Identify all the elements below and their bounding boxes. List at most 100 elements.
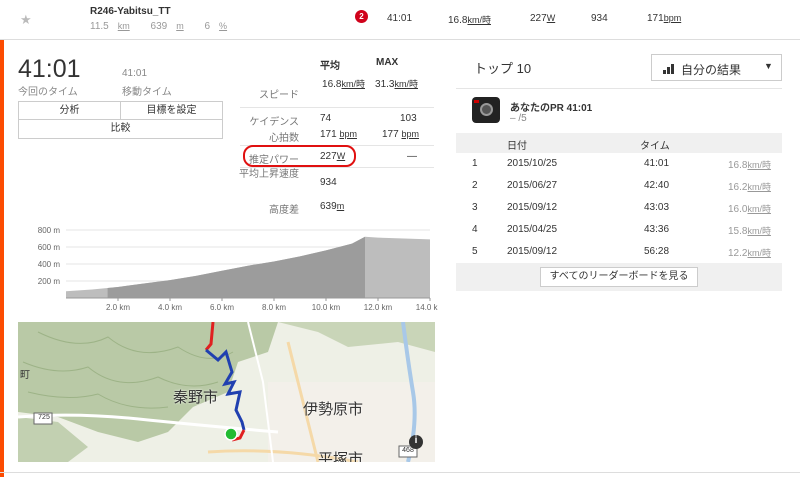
segment-header-row[interactable]: ★ R246-Yabitsu_TT 11.5 km 639 m 6% 2 41:01… (0, 0, 800, 40)
time: 43:03 (644, 202, 670, 213)
segment-name[interactable]: R246-Yabitsu_TT (90, 6, 171, 17)
time: 41:01 (644, 158, 670, 169)
stat-max-cadence: 103 (400, 113, 417, 124)
speed: 12.2 (728, 248, 748, 259)
speed-unit: km/時 (747, 204, 771, 214)
leaderboard-row[interactable]: 1 2015/10/25 41:01 16.8km/時 (456, 153, 782, 175)
moving-time: 41:01 (122, 68, 148, 79)
stat-max-heartrate: 177 (382, 129, 399, 140)
rank: 2 (472, 180, 478, 191)
x-tick-label: 4.0 km (158, 303, 182, 312)
stat-avg-cadence: 74 (320, 113, 332, 124)
page-divider (0, 472, 800, 473)
rank: 4 (472, 224, 478, 235)
header-speed: 16.8 (448, 15, 468, 26)
moving-time-label: 移動タイム (122, 87, 172, 98)
map-canvas[interactable] (18, 322, 435, 462)
segment-distance-unit: km (117, 21, 130, 31)
speed-unit: km/時 (747, 226, 771, 236)
pr-title: あなたのPR 41:01 (510, 103, 593, 114)
stat-label-elevation: 高度差 (269, 205, 299, 216)
speed-unit: km/時 (747, 160, 771, 170)
segment-grade-unit: % (219, 21, 228, 31)
header-hr: 171 (647, 13, 664, 24)
stat-avg-speed-unit: km/時 (341, 79, 366, 89)
col-date: 日付 (507, 141, 527, 152)
results-dropdown-label: 自分の結果 (681, 63, 742, 77)
x-tick-label: 8.0 km (262, 303, 286, 312)
stat-label-heartrate: 心拍数 (269, 133, 299, 144)
analyze-button[interactable]: 分析 (19, 102, 121, 119)
stats-col-max: MAX (376, 57, 399, 68)
accent-bar (0, 40, 4, 477)
view-all-leaderboards-button[interactable]: すべてのリーダーボードを見る (540, 267, 698, 287)
stats-col-avg: 平均 (320, 61, 340, 72)
elapsed-time: 41:01 (18, 55, 81, 83)
x-tick-label: 6.0 km (210, 303, 234, 312)
header-speed-unit: km/時 (467, 15, 491, 25)
pr-summary: あなたのPR 41:01 – /5 (456, 88, 782, 133)
stat-avg-heartrate-unit: bpm (339, 129, 357, 139)
start-marker-icon (224, 427, 238, 441)
leaderboard-header: 日付 タイム (456, 133, 782, 153)
map-label-city: 伊勢原市 (303, 401, 364, 418)
speed: 16.0 (728, 204, 748, 215)
stat-max-speed: 31.3 (375, 79, 395, 90)
route-map[interactable]: 秦野市 伊勢原市 平塚市 町 725 468 i (18, 322, 435, 462)
action-button-row: 分析 目標を設定 (18, 101, 223, 120)
leaderboard-row[interactable]: 3 2015/09/12 43:03 16.0km/時 (456, 197, 782, 219)
stat-avg-elevation: 639 (320, 201, 337, 212)
header-power-unit: W (546, 13, 556, 23)
rank: 5 (472, 246, 478, 257)
leaderboard-row[interactable]: 5 2015/09/12 56:28 12.2km/時 (456, 241, 782, 263)
leaderboard-row[interactable]: 4 2015/04/25 43:36 15.8km/時 (456, 219, 782, 241)
y-tick-label: 800 m (38, 226, 61, 235)
stat-label-vam: 平均上昇速度 (239, 169, 299, 180)
y-tick-label: 200 m (38, 277, 61, 286)
map-label-city: 秦野市 (173, 389, 219, 406)
route-shield-label: 725 (38, 414, 50, 421)
segment-elevation-unit: m (176, 21, 184, 31)
set-goal-button[interactable]: 目標を設定 (121, 102, 222, 119)
results-dropdown[interactable]: 自分の結果 ▼ (651, 54, 782, 81)
speed-unit: km/時 (747, 182, 771, 192)
map-label-edge: 町 (20, 370, 30, 381)
stat-max-speed-unit: km/時 (394, 79, 419, 89)
pr-subtitle: – /5 (510, 113, 527, 124)
leaderboard-row[interactable]: 2 2015/06/27 42:40 16.2km/時 (456, 175, 782, 197)
time: 42:40 (644, 180, 670, 191)
date: 2015/09/12 (507, 246, 558, 257)
route-shield-label: 468 (402, 447, 414, 454)
elevation-chart[interactable]: 800 m 600 m 400 m 200 m 2.0 km 4.0 km 6.0 km 8… (18, 222, 438, 317)
stats-divider (240, 107, 434, 108)
y-tick-label: 600 m (38, 243, 61, 252)
rank-badge: 2 (355, 10, 368, 23)
stat-max-power: — (407, 151, 417, 162)
date: 2015/06/27 (507, 180, 558, 191)
segment-elevation: 639 (150, 21, 168, 32)
stat-label-cadence: ケイデンス (249, 117, 299, 128)
speed-unit: km/時 (747, 248, 771, 258)
stat-avg-elevation-unit: m (336, 201, 345, 211)
elapsed-time-label: 今回のタイム (18, 87, 78, 98)
leaderboard-title: トップ 10 (474, 61, 532, 76)
stat-max-heartrate-unit: bpm (401, 129, 419, 139)
time: 56:28 (644, 246, 670, 257)
segment-distance: 11.5 (90, 21, 109, 32)
star-icon[interactable]: ★ (20, 12, 32, 28)
header-hr-unit: bpm (663, 13, 682, 23)
x-tick-label: 12.0 km (364, 303, 393, 312)
stat-avg-vam: 934 (320, 177, 337, 188)
stat-avg-heartrate: 171 (320, 129, 337, 140)
camera-icon (472, 97, 500, 123)
segment-grade: 6 (204, 21, 211, 32)
rank: 1 (472, 158, 478, 169)
compare-button[interactable]: 比較 (18, 119, 223, 139)
info-icon-glyph: i (414, 435, 418, 446)
header-power: 227 (530, 13, 547, 24)
date: 2015/09/12 (507, 202, 558, 213)
stat-avg-speed: 16.8 (322, 79, 342, 90)
header-vam: 934 (591, 13, 608, 24)
time: 43:36 (644, 224, 670, 235)
power-highlight-annotation (243, 145, 356, 167)
